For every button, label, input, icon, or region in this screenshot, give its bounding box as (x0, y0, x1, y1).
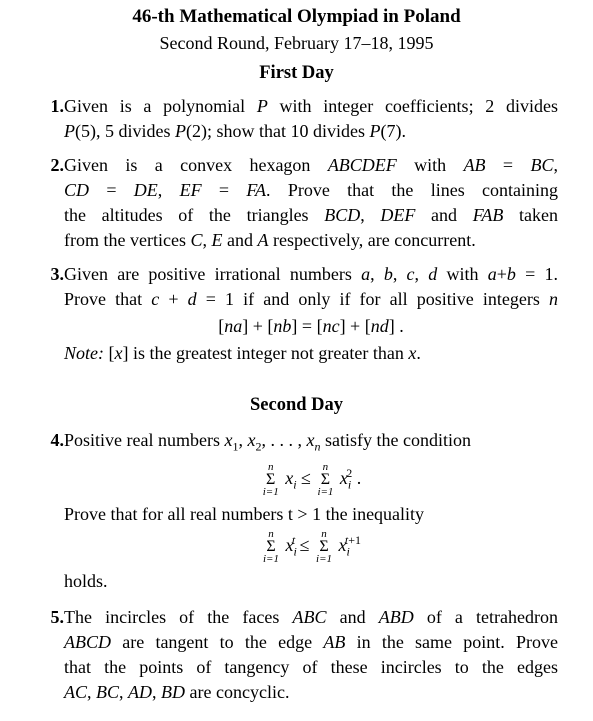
sum-symbol: n Σi=1 (316, 527, 333, 565)
document-subtitle: Second Round, February 17–18, 1995 (159, 33, 434, 53)
problem-line: P(5), 5 divides P(2); show that 10 divid… (64, 121, 406, 141)
problem-3: 3. Given are positive irrational numbers… (36, 262, 559, 366)
problem-number: 5. (50, 607, 65, 627)
problem-line: Prove that for all real numbers t > 1 th… (64, 503, 425, 524)
problem-number: 3. (50, 264, 65, 284)
problem-line: Given are positive irrational numbers a,… (64, 264, 559, 284)
day-heading-second: Second Day (249, 395, 344, 415)
problem-note: Note: [x] is the greatest integer not gr… (64, 343, 421, 363)
problem-2: 2. Given is a convex hexagon ABCDEF with… (36, 153, 559, 253)
problem-line: Given is a polynomial P with integer coe… (64, 96, 558, 116)
formula-inequality: n Σi=1 xit ≤ n Σi=1 xit+1 (262, 527, 361, 565)
problem-line: AC, BC, AD, BD are concyclic. (64, 682, 290, 702)
note-label: Note: (64, 343, 104, 363)
problem-number: 4. (50, 430, 65, 450)
document-title: 46-th Mathematical Olympiad in Poland (132, 6, 461, 27)
formula-condition: n Σi=1 xi ≤ n Σi=1 xi2 . (262, 460, 362, 498)
problem-line: from the vertices C, E and A respectivel… (64, 230, 476, 250)
document-page: 46-th Mathematical Olympiad in Poland Se… (0, 0, 593, 721)
problem-line: holds. (64, 570, 108, 591)
sum-symbol: n Σi=1 (262, 460, 279, 498)
formula-floor-identity: [na] + [nb] = [nc] + [nd] . (218, 316, 404, 336)
problem-1: 1. Given is a polynomial P with integer … (36, 94, 559, 144)
sum-symbol: n Σi=1 (317, 460, 334, 498)
day-heading-first: First Day (259, 63, 334, 83)
problem-line: Positive real numbers x1, x2, . . . , xn… (64, 430, 471, 454)
problem-number: 2. (50, 155, 65, 175)
problem-line: ABCD are tangent to the edge AB in the s… (64, 632, 558, 652)
problem-line: the altitudes of the triangles BCD, DEF … (64, 205, 558, 225)
problem-4: 4. Positive real numbers x1, x2, . . . ,… (36, 428, 558, 594)
problem-line: Prove that c + d = 1 if and only if for … (64, 289, 558, 309)
problem-line: The incircles of the faces ABC and ABD o… (64, 607, 558, 627)
problem-5: 5. The incircles of the faces ABC and AB… (36, 605, 559, 705)
problem-line: Given is a convex hexagon ABCDEF with AB… (64, 155, 558, 175)
problem-line: that the points of tangency of these inc… (64, 657, 558, 677)
problem-line: CD = DE, EF = FA. Prove that the lines c… (64, 180, 559, 200)
sum-symbol: n Σi=1 (262, 527, 279, 565)
problem-number: 1. (50, 96, 65, 116)
